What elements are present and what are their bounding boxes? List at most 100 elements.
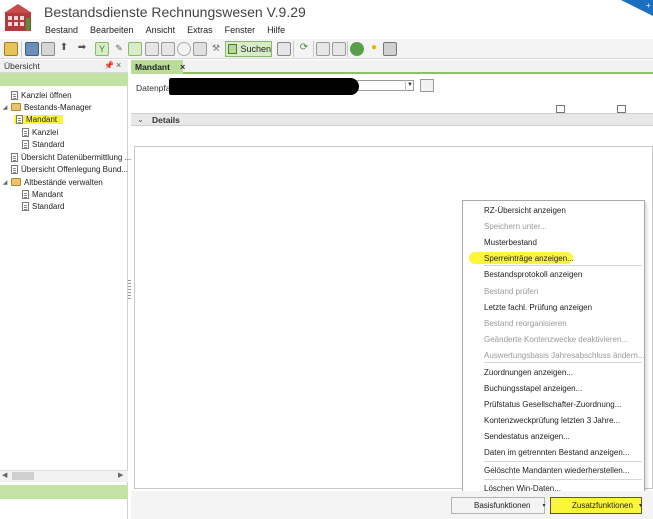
menu-bearbeiten[interactable]: Bearbeiten — [83, 24, 139, 38]
close-icon[interactable]: × — [116, 60, 121, 70]
panel-icon[interactable] — [316, 42, 330, 56]
sidebar-item-datenuebermittlung[interactable]: Übersicht Datenübermittlung ... — [2, 151, 131, 163]
tag-icon[interactable] — [383, 42, 397, 56]
sidebar-item-label: Bestands-Manager — [24, 102, 92, 112]
menu-ansicht[interactable]: Ansicht — [139, 24, 181, 38]
menu-extras[interactable]: Extras — [180, 24, 218, 38]
tree-icon[interactable]: Y — [95, 42, 109, 56]
tree-expander[interactable]: ◢ — [2, 179, 8, 186]
menu-item[interactable]: Daten im getrennten Bestand anzeigen... — [463, 446, 644, 460]
menu-item[interactable]: Bestandsprotokoll anzeigen — [463, 268, 644, 282]
scrollbar-thumb[interactable] — [12, 472, 34, 480]
menu-item[interactable]: Letzte fachl. Prüfung anzeigen — [463, 301, 644, 315]
menu-separator — [484, 479, 642, 480]
sidebar-title: Übersicht — [4, 61, 40, 71]
lightbulb-icon[interactable]: ● — [367, 42, 381, 56]
toolbar-separator — [21, 41, 22, 57]
menu-bar: Bestand Bearbeiten Ansicht Extras Fenste… — [38, 24, 290, 38]
menu-item[interactable]: Sperreinträge anzeigen... — [463, 252, 644, 266]
open-folder-icon[interactable] — [4, 42, 18, 56]
box-icon[interactable] — [193, 42, 207, 56]
sidebar-item-label: Kanzlei öffnen — [21, 90, 72, 100]
panel2-icon[interactable] — [332, 42, 346, 56]
menu-item: Bestand reorganisieren — [484, 319, 567, 328]
corner-plus-icon[interactable]: + — [621, 0, 653, 16]
list-icon[interactable] — [145, 42, 159, 56]
sidebar-header: Übersicht 📌 × — [0, 60, 128, 73]
print-icon[interactable] — [41, 42, 55, 56]
house-grid-icon — [4, 4, 32, 31]
globe-icon[interactable] — [350, 42, 364, 56]
sidebar-item-alt-mandant[interactable]: Mandant — [22, 188, 63, 200]
table-icon[interactable] — [161, 42, 175, 56]
checkbox[interactable] — [617, 105, 626, 113]
context-menu: RZ-Übersicht anzeigen Speichern unter... M… — [462, 200, 645, 499]
sidebar-item-altbestaende[interactable]: ◢ Altbestände verwalten — [2, 176, 103, 188]
zusatzfunktionen-label: Zusatzfunktionen — [572, 501, 633, 510]
zusatzfunktionen-button[interactable]: Zusatzfunktionen ▾ — [550, 497, 642, 514]
save-icon[interactable] — [25, 42, 39, 56]
menu-item: Auswertungsbasis Jahresabschluss ändern.… — [484, 351, 645, 360]
tab-mandant[interactable]: Mandant × — [131, 60, 185, 74]
menu-item: Geänderte Kontenzwecke deaktivieren... — [484, 335, 629, 344]
grid-icon[interactable] — [128, 42, 142, 56]
document-icon — [11, 152, 18, 162]
sidebar-item-alt-standard[interactable]: Standard — [22, 200, 64, 212]
scroll-left-icon[interactable]: ◀ — [2, 471, 7, 479]
sidebar-item-kanzlei-oeffnen[interactable]: Kanzlei öffnen — [2, 89, 72, 101]
document-icon — [22, 201, 29, 211]
document-icon — [22, 189, 29, 199]
search-icon — [228, 44, 238, 54]
menu-hilfe[interactable]: Hilfe — [260, 24, 290, 38]
tools-icon[interactable]: ⚒ — [209, 42, 223, 56]
close-icon[interactable]: × — [180, 62, 185, 72]
search-button[interactable]: Suchen — [225, 41, 272, 57]
checkbox[interactable] — [556, 105, 565, 113]
sidebar-item-bestands-manager[interactable]: ◢ Bestands-Manager — [2, 101, 92, 113]
folder-icon — [11, 103, 21, 111]
menu-item[interactable]: Kontenzweckprüfung letzten 3 Jahre... — [463, 414, 644, 428]
menu-fenster[interactable]: Fenster — [218, 24, 261, 38]
export-icon[interactable] — [277, 42, 291, 56]
folder-icon — [11, 178, 21, 186]
pin-icon[interactable]: 📌 — [104, 62, 114, 70]
sidebar-footer-bar — [0, 485, 128, 499]
wrench-icon[interactable]: ✎ — [112, 42, 126, 56]
sidebar-item-label: Übersicht Offenlegung Bund... — [21, 164, 129, 174]
sidebar-item-kanzlei[interactable]: Kanzlei — [22, 126, 58, 138]
menu-bestand[interactable]: Bestand — [38, 24, 83, 38]
sidebar-item-mandant[interactable]: Mandant — [14, 113, 64, 125]
menu-item[interactable]: Buchungsstapel anzeigen... — [463, 382, 644, 396]
chevron-down-icon[interactable]: ⌄ — [137, 115, 144, 124]
menu-item[interactable]: Prüfstatus Gesellschafter-Zuordnung... — [463, 398, 644, 412]
menu-item[interactable]: RZ-Übersicht anzeigen — [463, 204, 644, 218]
tree-expander[interactable]: ◢ — [2, 104, 8, 111]
toolbar-separator — [347, 41, 348, 57]
menu-item[interactable]: Zuordnungen anzeigen... — [463, 366, 644, 380]
tab-strip: Mandant × — [131, 60, 653, 74]
document-icon — [11, 90, 18, 100]
sidebar-item-standard[interactable]: Standard — [22, 138, 64, 150]
menu-item[interactable]: Gelöschte Mandanten wiederherstellen... — [463, 464, 644, 478]
basisfunktionen-button[interactable]: Basisfunktionen ▾ — [451, 497, 546, 514]
details-section-header[interactable]: ⌄ Details — [131, 113, 653, 126]
menu-item[interactable]: Sendestatus anzeigen... — [463, 430, 644, 444]
scroll-right-icon[interactable]: ▶ — [118, 471, 123, 479]
chevron-down-icon: ▾ — [638, 503, 642, 509]
sidebar-item-label: Kanzlei — [32, 127, 59, 137]
arrow-up-icon[interactable]: ⬆ — [57, 42, 71, 56]
browse-button[interactable] — [420, 79, 434, 92]
menu-item: Speichern unter... — [484, 222, 547, 231]
sidebar-item-offenlegung[interactable]: Übersicht Offenlegung Bund... — [2, 163, 128, 175]
menu-item[interactable]: Musterbestand — [463, 236, 644, 250]
document-icon — [16, 114, 23, 124]
redaction-mark — [169, 78, 359, 95]
clock-icon[interactable] — [177, 42, 191, 56]
clipped-form-row — [136, 105, 653, 113]
toolbar-separator — [313, 41, 314, 57]
refresh-icon[interactable]: ⟳ — [297, 42, 311, 56]
arrow-right-icon[interactable]: ➡ — [75, 42, 89, 56]
sidebar-item-label: Mandant — [32, 189, 64, 199]
chevron-down-icon[interactable]: ▼ — [405, 80, 414, 91]
search-button-label: Suchen — [240, 44, 271, 54]
